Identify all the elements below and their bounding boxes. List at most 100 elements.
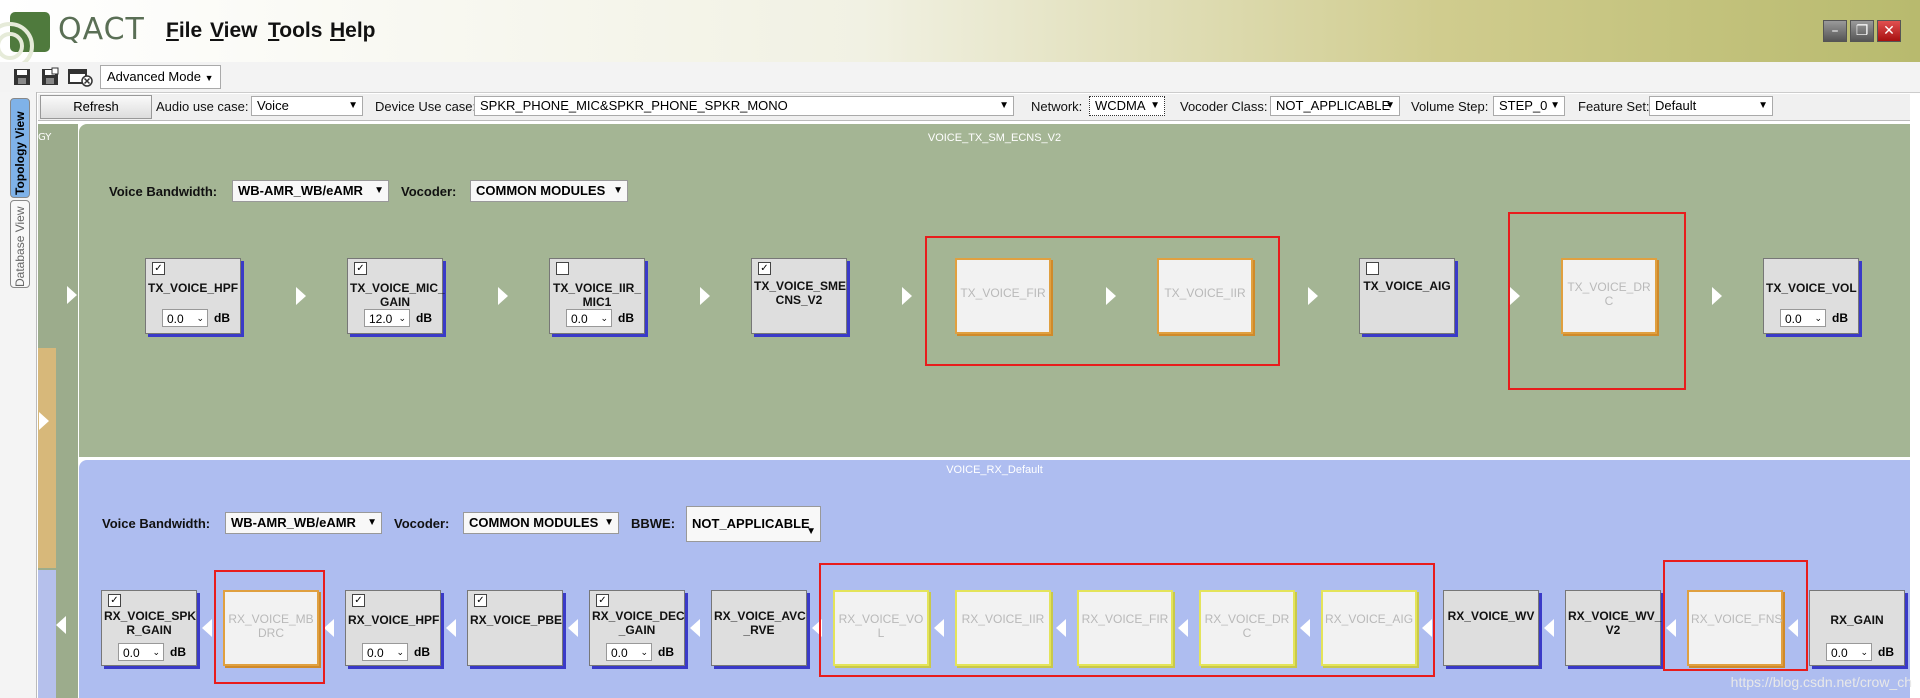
module-name: TX_VOICE_MIC_ GAIN [350, 281, 445, 309]
chevron-down-icon: ▼ [604, 517, 614, 528]
gain-select[interactable]: 0.0 ⌄ [162, 309, 208, 327]
gain-value: 0.0 [167, 312, 184, 326]
tx-topology-panel: VOICE_TX_SM_ECNS_V2 Voice Bandwidth: WB-… [79, 124, 1910, 457]
chevron-down-icon: ▼ [1758, 100, 1768, 111]
expand-arrow-icon[interactable] [39, 412, 49, 430]
rx-module-dec-gain[interactable]: ✓ RX_VOICE_DEC _GAIN 0.0 ⌄ dB [589, 590, 685, 666]
tx-bandwidth-label: Voice Bandwidth: [109, 184, 218, 199]
highlight-box [214, 570, 325, 684]
gain-select[interactable]: 0.0 ⌄ [362, 643, 408, 661]
gain-select[interactable]: 12.0 ⌄ [364, 309, 410, 327]
flow-arrow-icon [902, 287, 912, 305]
rx-bandwidth-select[interactable]: WB-AMR_WB/eAMR ▼ [225, 512, 382, 534]
tx-module-aig[interactable]: TX_VOICE_AIG [1359, 258, 1455, 334]
rx-module-hpf[interactable]: ✓ RX_VOICE_HPF 0.0 ⌄ dB [345, 590, 441, 666]
rx-vocoder-select[interactable]: COMMON MODULES ▼ [463, 512, 619, 534]
unit-label: dB [1878, 645, 1894, 659]
menu-file[interactable]: File [166, 19, 202, 43]
gain-value: 0.0 [123, 646, 140, 660]
toolbar: Advanced Mode ▼ [0, 62, 1920, 93]
tx-module-mic-gain[interactable]: ✓ TX_VOICE_MIC_ GAIN 12.0 ⌄ dB [347, 258, 445, 334]
tab-database-view[interactable]: Database View [10, 200, 30, 288]
enable-checkbox[interactable]: ✓ [108, 594, 121, 607]
chevron-down-icon: ⌄ [152, 647, 160, 657]
highlight-box [925, 236, 1280, 366]
module-name: RX_VOICE_DEC _GAIN [592, 609, 685, 637]
minimize-button[interactable]: – [1823, 20, 1847, 42]
rx-bbwe-select[interactable]: NOT_APPLICABLE ▼ [686, 506, 821, 542]
enable-checkbox[interactable]: ✓ [758, 262, 771, 275]
title-bar: QACT File View Tools Help – ❐ ✕ [0, 0, 1920, 70]
rx-module-wv-v2[interactable]: RX_VOICE_WV_ V2 [1565, 590, 1661, 666]
tx-vocoder-value: COMMON MODULES [476, 183, 606, 198]
flow-arrow-icon [202, 619, 212, 637]
use-case-bar: Refresh Audio use case: Voice ▼ Device Us… [38, 94, 1910, 121]
audio-use-case-select[interactable]: Voice ▼ [251, 96, 363, 116]
rx-module-gain[interactable]: RX_GAIN 0.0 ⌄ dB [1809, 590, 1905, 666]
close-button[interactable]: ✕ [1877, 20, 1901, 42]
vocoder-class-select[interactable]: NOT_APPLICABLE ▼ [1270, 96, 1400, 116]
gain-select[interactable]: 0.0 ⌄ [118, 643, 164, 661]
chevron-down-icon: ▼ [204, 73, 214, 83]
menu-tools[interactable]: Tools [268, 19, 322, 43]
rx-module-pbe[interactable]: ✓ RX_VOICE_PBE [467, 590, 563, 666]
flow-arrow-icon [690, 619, 700, 637]
tx-module-smecns-v2[interactable]: ✓ TX_VOICE_SME CNS_V2 [751, 258, 847, 334]
rx-module-spkr-gain[interactable]: ✓ RX_VOICE_SPK R_GAIN 0.0 ⌄ dB [101, 590, 197, 666]
unit-label: dB [414, 645, 430, 659]
restore-button[interactable]: ❐ [1850, 20, 1874, 42]
module-name: TX_VOICE_AIG [1363, 279, 1451, 293]
gain-select[interactable]: 0.0 ⌄ [1826, 643, 1872, 661]
mode-dropdown[interactable]: Advanced Mode ▼ [100, 65, 221, 89]
tx-module-iir-mic1[interactable]: TX_VOICE_IIR_ MIC1 0.0 ⌄ dB [549, 258, 645, 334]
tx-bandwidth-value: WB-AMR_WB/eAMR [238, 183, 363, 198]
tx-topology-title: VOICE_TX_SM_ECNS_V2 [927, 132, 1062, 144]
enable-checkbox[interactable]: ✓ [352, 594, 365, 607]
menu-help[interactable]: Help [330, 19, 376, 43]
gain-select[interactable]: 0.0 ⌄ [1780, 309, 1826, 327]
enable-checkbox[interactable] [1366, 262, 1379, 275]
gain-select[interactable]: 0.0 ⌄ [606, 643, 652, 661]
watermark-text: https://blog.csdn.net/crow_ch [1730, 674, 1912, 690]
rx-module-avc-rve[interactable]: RX_VOICE_AVC _RVE [711, 590, 807, 666]
mode-label: Advanced Mode [107, 69, 201, 84]
rx-vocoder-label: Vocoder: [394, 516, 450, 531]
flow-arrow-icon [446, 619, 456, 637]
save-as-icon[interactable] [40, 67, 60, 87]
tx-module-vol[interactable]: TX_VOICE_VOL 0.0 ⌄ dB [1763, 258, 1859, 334]
enable-checkbox[interactable]: ✓ [474, 594, 487, 607]
tx-module-hpf[interactable]: ✓ TX_VOICE_HPF 0.0 ⌄ dB [145, 258, 241, 334]
feature-set-select[interactable]: Default ▼ [1649, 96, 1773, 116]
rx-module-wv[interactable]: RX_VOICE_WV [1443, 590, 1539, 666]
chevron-down-icon: ⌄ [398, 313, 406, 323]
flow-arrow-icon [498, 287, 508, 305]
chevron-down-icon: ▼ [348, 100, 358, 111]
device-use-case-select[interactable]: SPKR_PHONE_MIC&SPKR_PHONE_SPKR_MONO ▼ [474, 96, 1014, 116]
enable-checkbox[interactable]: ✓ [596, 594, 609, 607]
feature-set-label: Feature Set: [1578, 99, 1650, 114]
enable-checkbox[interactable]: ✓ [152, 262, 165, 275]
vocoder-class-label: Vocoder Class: [1180, 99, 1268, 114]
disconnect-icon[interactable] [68, 67, 94, 87]
network-select[interactable]: WCDMA ▼ [1089, 96, 1165, 116]
enable-checkbox[interactable] [556, 262, 569, 275]
module-name: TX_VOICE_HPF [148, 281, 239, 295]
refresh-button[interactable]: Refresh [40, 95, 152, 119]
app-name: QACT [58, 12, 145, 47]
gutter-handle[interactable] [38, 348, 56, 568]
tx-bandwidth-select[interactable]: WB-AMR_WB/eAMR ▼ [232, 180, 389, 202]
menu-view[interactable]: View [210, 19, 258, 43]
tx-vocoder-select[interactable]: COMMON MODULES ▼ [470, 180, 628, 202]
rx-bandwidth-label: Voice Bandwidth: [102, 516, 211, 531]
tab-topology-view[interactable]: Topology View [10, 98, 30, 198]
volume-step-select[interactable]: STEP_0 ▼ [1493, 96, 1565, 116]
gutter-handle-rx[interactable] [38, 570, 56, 698]
save-icon[interactable] [12, 67, 32, 87]
chevron-down-icon: ⌄ [396, 647, 404, 657]
enable-checkbox[interactable]: ✓ [354, 262, 367, 275]
flow-arrow-icon [296, 287, 306, 305]
module-name: RX_VOICE_SPK R_GAIN [104, 609, 197, 637]
gain-select[interactable]: 0.0 ⌄ [566, 309, 612, 327]
module-name: RX_VOICE_PBE [470, 613, 563, 627]
flow-arrow-icon [568, 619, 578, 637]
